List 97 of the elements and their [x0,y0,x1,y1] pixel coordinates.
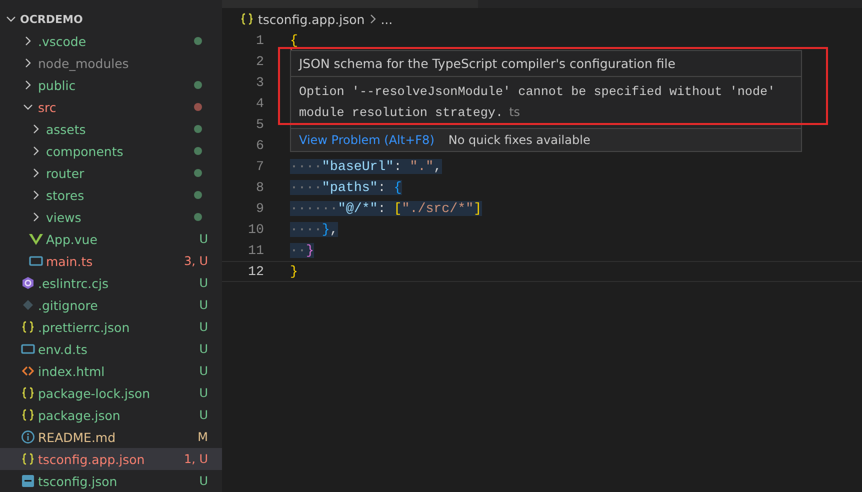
code-line: } [290,264,298,279]
folder-item[interactable]: assets [0,118,222,140]
line-number: 10 [247,222,264,237]
status-text: No quick fixes available [448,133,590,147]
file-name: tsconfig.json [38,474,118,488]
file-item[interactable]: App.vue U [0,228,222,250]
file-name: main.ts [46,254,93,268]
file-name: index.html [38,364,105,378]
folder-name: assets [46,122,86,136]
git-status: U [199,320,208,334]
file-name: tsconfig.app.json [38,452,145,466]
file-name: package.json [38,408,120,422]
git-status: 1, U [184,452,208,466]
folder-item[interactable]: node_modules [0,52,222,74]
file-item[interactable]: main.ts 3, U [0,250,222,272]
file-item[interactable]: .eslintrc.cjs U [0,272,222,294]
braces-icon [21,386,35,400]
git-status: U [199,232,208,246]
folder-name: src [38,100,56,114]
file-name: .eslintrc.cjs [38,276,109,290]
file-name: README.md [38,430,116,444]
chevron-down-icon [23,102,33,112]
file-item[interactable]: .prettierrc.json U [0,316,222,338]
line-number: 5 [255,117,264,132]
file-item[interactable]: tsconfig.app.json 1, U [0,448,222,470]
file-name: .gitignore [38,298,98,312]
file-name: .prettierrc.json [38,320,130,334]
line-number: 3 [255,75,264,90]
folder-name: .vscode [38,34,86,48]
hover-title: JSON schema for the TypeScript compiler's configuration file [291,51,801,77]
folder-item[interactable]: components [0,140,222,162]
folder-name: router [46,166,84,180]
git-status: U [199,298,208,312]
line-number: 6 [255,138,264,153]
folder-name: node_modules [38,56,129,70]
folder-name: stores [46,188,84,202]
chevron-right-icon [23,36,33,46]
folder-item[interactable]: public [0,74,222,96]
chevron-right-icon [23,80,33,90]
file-item[interactable]: package-lock.json U [0,382,222,404]
braces-icon [240,12,254,26]
folder-item[interactable]: router [0,162,222,184]
info-icon [21,430,35,444]
git-status: M [198,430,208,444]
folder-item[interactable]: views [0,206,222,228]
view-problem-link[interactable]: View Problem (Alt+F8) [299,133,434,147]
folder-name: components [46,144,124,158]
line-number: 11 [247,243,264,258]
folder-item[interactable]: .vscode [0,30,222,52]
chevron-right-icon [368,14,377,24]
error-message: Option '--resolveJsonModule' cannot be specified without 'node' module resolution strategy. ts [298,84,776,122]
git-status: U [199,408,208,422]
line-number: 2 [255,54,264,69]
chevron-right-icon [31,190,41,200]
breadcrumb-item[interactable]: ... [380,12,393,26]
folder-name: views [46,210,82,224]
code-icon [21,364,35,378]
folder-item[interactable]: stores [0,184,222,206]
braces-icon [21,452,35,466]
file-name: env.d.ts [38,342,88,356]
line-number: 9 [255,201,264,216]
line-number: 12 [247,264,264,279]
file-item[interactable]: env.d.ts U [0,338,222,360]
hexagon-icon [21,276,35,290]
file-item[interactable]: README.md M [0,426,222,448]
git-status: U [199,342,208,356]
file-name: App.vue [46,232,98,246]
file-item[interactable]: package.json U [0,404,222,426]
chevron-right-icon [31,168,41,178]
breadcrumb-item[interactable]: tsconfig.app.json [258,12,365,26]
line-number: 7 [255,159,264,174]
file-item[interactable]: index.html U [0,360,222,382]
git-status: U [199,386,208,400]
file-name: package-lock.json [38,386,150,400]
line-number: 8 [255,180,264,195]
vue-icon [29,232,43,246]
error-source: ts [509,105,520,119]
line-number: 4 [255,96,264,111]
file-item[interactable]: .gitignore U [0,294,222,316]
explorer-header[interactable]: OCRDEMO [0,8,222,30]
chevron-right-icon [31,212,41,222]
chevron-down-icon [6,14,16,24]
git-status: U [199,276,208,290]
diamond-icon [21,298,35,312]
folder-item[interactable]: src [0,96,222,118]
git-status: U [199,364,208,378]
code-line: { [290,33,298,48]
file-item[interactable]: tsconfig.json U [0,470,222,492]
line-number: 1 [255,33,264,48]
braces-icon [21,320,35,334]
folder-name: public [38,78,76,92]
git-status: U [199,474,208,488]
chevron-right-icon [31,146,41,156]
braces-icon [21,408,35,422]
chevron-right-icon [23,58,33,68]
git-status: 3, U [184,254,208,268]
chevron-right-icon [31,124,41,134]
